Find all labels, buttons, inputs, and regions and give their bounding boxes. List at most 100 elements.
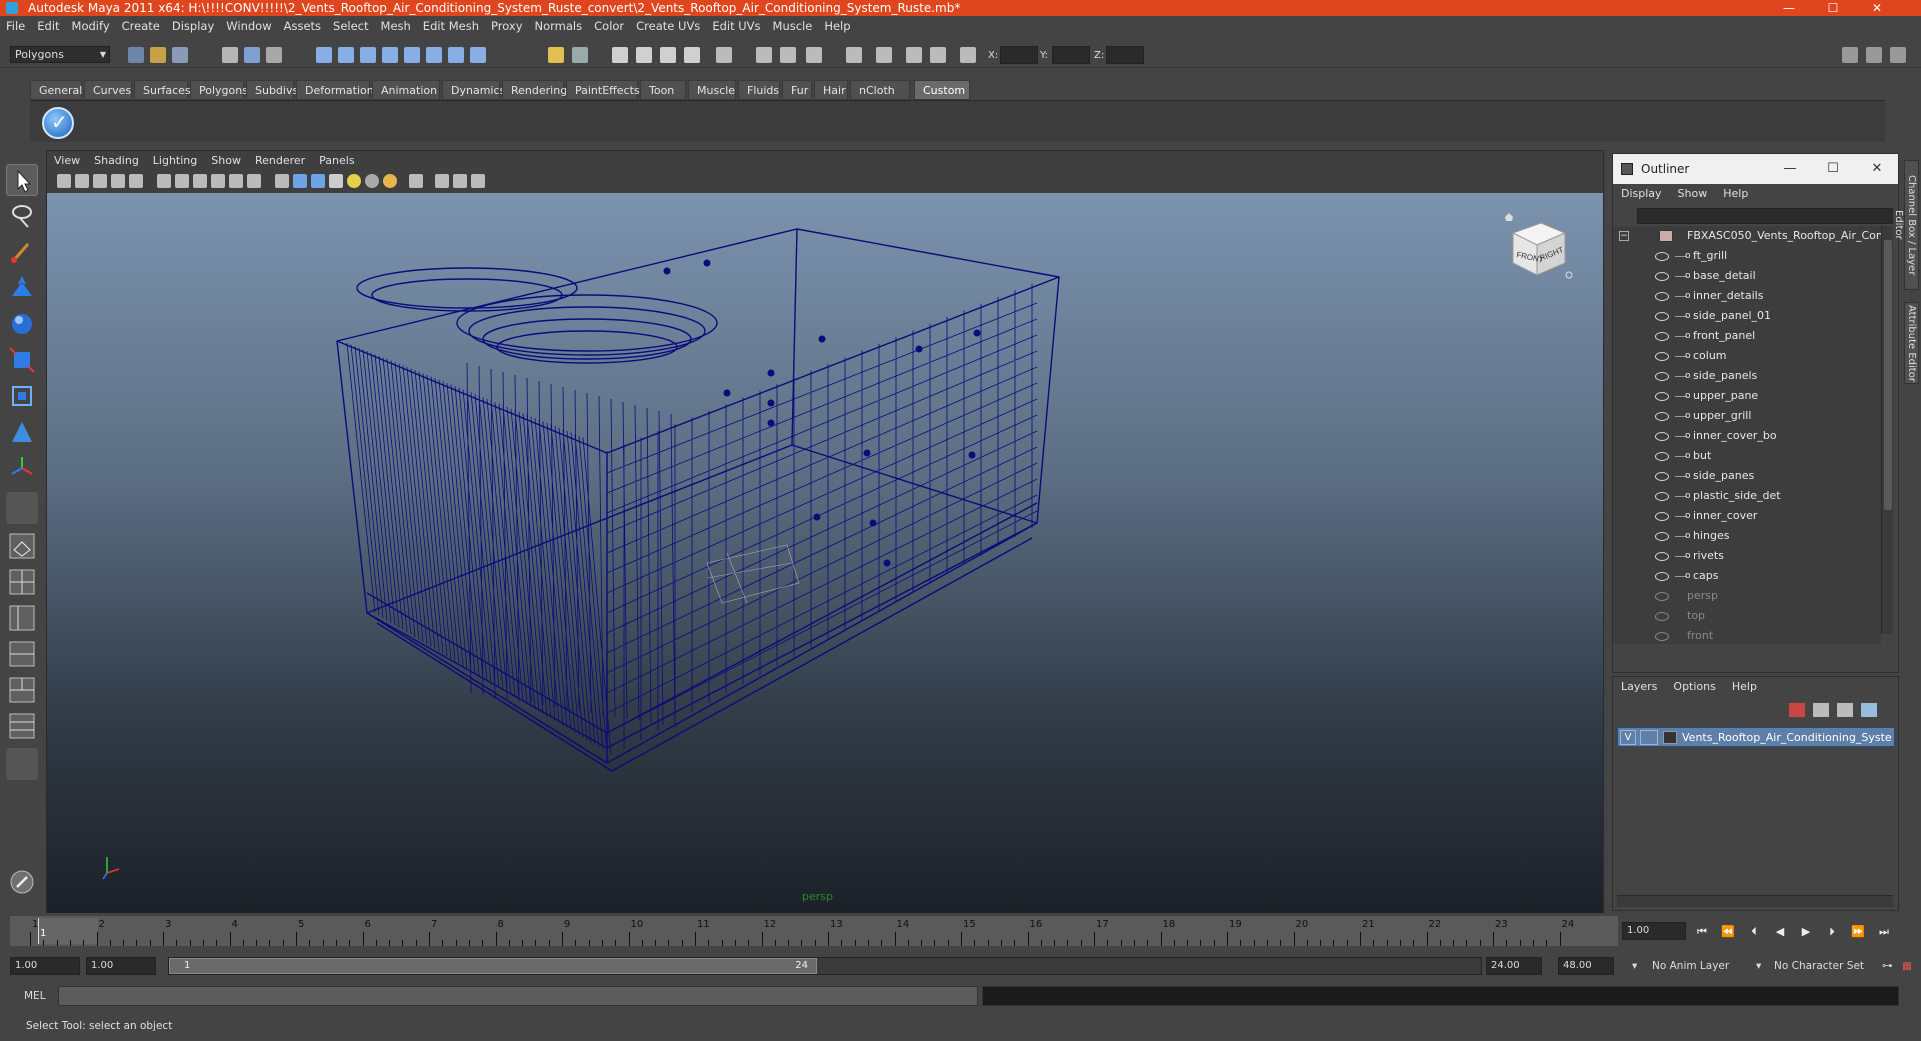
step-back-key-button[interactable]: ⏪ bbox=[1718, 924, 1738, 940]
menu-proxy[interactable]: Proxy bbox=[485, 16, 529, 36]
menu-file[interactable]: File bbox=[0, 16, 31, 36]
layer-visibility-toggle[interactable]: V bbox=[1620, 730, 1636, 745]
universal-manipulator-icon[interactable] bbox=[6, 380, 38, 412]
outliner-item[interactable]: o base_detail bbox=[1613, 266, 1881, 286]
collapse-toggle-icon[interactable]: − bbox=[1619, 231, 1629, 241]
outliner-item[interactable]: o inner_cover bbox=[1613, 506, 1881, 526]
layer-row[interactable]: V Vents_Rooftop_Air_Conditioning_System_… bbox=[1617, 727, 1895, 747]
help-query-icon[interactable] bbox=[470, 47, 486, 63]
menu-mesh[interactable]: Mesh bbox=[375, 16, 417, 36]
outliner-item[interactable]: o side_panes bbox=[1613, 466, 1881, 486]
outliner-maximize-button[interactable]: ☐ bbox=[1813, 154, 1853, 184]
layer-horizontal-scrollbar[interactable] bbox=[1617, 895, 1893, 907]
display-layer-icon[interactable] bbox=[846, 47, 862, 63]
layer-playback-toggle[interactable] bbox=[1640, 730, 1658, 745]
menu-select[interactable]: Select bbox=[327, 16, 374, 36]
scale-tool-icon[interactable] bbox=[6, 344, 38, 376]
single-perspective-layout-icon[interactable] bbox=[6, 530, 38, 562]
shelf-tab-animation[interactable]: Animation bbox=[372, 80, 440, 100]
channel-box-tab[interactable]: Channel Box / Layer Editor bbox=[1893, 160, 1919, 290]
play-backwards-button[interactable]: ◀ bbox=[1770, 924, 1790, 940]
outliner-item[interactable]: o upper_grill bbox=[1613, 406, 1881, 426]
shadows-icon[interactable] bbox=[383, 174, 397, 188]
close-button[interactable]: ✕ bbox=[1855, 0, 1899, 16]
outliner-menu-show[interactable]: Show bbox=[1670, 184, 1716, 204]
shelf-tab-general[interactable]: General bbox=[30, 80, 82, 100]
use-default-light-icon[interactable] bbox=[347, 174, 361, 188]
layer-options-icon[interactable] bbox=[1861, 703, 1877, 717]
outliner-camera-item[interactable]: top bbox=[1613, 606, 1881, 626]
outliner-camera-item[interactable]: front bbox=[1613, 626, 1881, 644]
outliner-vertical-scrollbar[interactable] bbox=[1881, 226, 1893, 634]
outliner-item[interactable]: o rivets bbox=[1613, 546, 1881, 566]
menu-normals[interactable]: Normals bbox=[529, 16, 589, 36]
z-field[interactable] bbox=[1106, 46, 1144, 64]
step-forward-key-button[interactable]: ⏩ bbox=[1848, 924, 1868, 940]
maximize-button[interactable]: ☐ bbox=[1811, 0, 1855, 16]
shelf-tab-fluids[interactable]: Fluids bbox=[738, 80, 780, 100]
shelf-tab-fur[interactable]: Fur bbox=[782, 80, 812, 100]
transform-mode-icon[interactable] bbox=[960, 47, 976, 63]
select-by-component-icon[interactable] bbox=[266, 47, 282, 63]
isolate-select-icon[interactable] bbox=[409, 174, 423, 188]
viewport-menu-view[interactable]: View bbox=[47, 151, 87, 171]
outliner-item[interactable]: o side_panels bbox=[1613, 366, 1881, 386]
minimize-button[interactable]: — bbox=[1767, 0, 1811, 16]
xray-joints-icon[interactable] bbox=[453, 174, 467, 188]
custom-shelf-check-icon[interactable] bbox=[42, 107, 74, 139]
menu-assets[interactable]: Assets bbox=[278, 16, 327, 36]
script-editor-icon[interactable] bbox=[876, 47, 892, 63]
show-tool-settings-icon[interactable] bbox=[1890, 47, 1906, 63]
anim-layer-dropdown-arrow-icon[interactable]: ▾ bbox=[1632, 957, 1637, 975]
menu-edit-mesh[interactable]: Edit Mesh bbox=[417, 16, 485, 36]
render-view-icon[interactable] bbox=[716, 47, 732, 63]
persp-graph-layout-icon[interactable] bbox=[6, 638, 38, 670]
snap-grid-icon[interactable] bbox=[316, 47, 332, 63]
attribute-editor-tab[interactable]: Attribute Editor bbox=[1904, 302, 1919, 384]
time-slider[interactable]: 1 2 3 4 5 6 7 8 9 10 11 12 13 14 15 16 17 18 19 20 21 22 23 24 … bbox=[10, 916, 1618, 946]
paint-effects-icon[interactable] bbox=[906, 47, 922, 63]
wireframe-on-shaded-icon[interactable] bbox=[311, 174, 325, 188]
shelf-tab-curves[interactable]: Curves bbox=[84, 80, 132, 100]
viewport-menu-lighting[interactable]: Lighting bbox=[146, 151, 204, 171]
anim-end-field[interactable]: 24.00 bbox=[1486, 957, 1542, 975]
outliner-item[interactable]: o inner_details bbox=[1613, 286, 1881, 306]
gate-mask-icon[interactable] bbox=[211, 174, 225, 188]
wireframe-icon[interactable] bbox=[275, 174, 289, 188]
menu-create[interactable]: Create bbox=[116, 16, 166, 36]
viewport-menu-shading[interactable]: Shading bbox=[87, 151, 146, 171]
render-settings-icon[interactable] bbox=[660, 47, 676, 63]
outliner-close-button[interactable]: ✕ bbox=[1857, 154, 1897, 184]
outliner-item[interactable]: o plastic_side_det bbox=[1613, 486, 1881, 506]
outliner-item[interactable]: o inner_cover_bo bbox=[1613, 426, 1881, 446]
shelf-tab-rendering[interactable]: Rendering bbox=[502, 80, 567, 100]
menu-window[interactable]: Window bbox=[220, 16, 277, 36]
show-attribute-editor-icon[interactable] bbox=[1866, 47, 1882, 63]
four-view-layout-icon[interactable] bbox=[6, 566, 38, 598]
input-output-icon[interactable] bbox=[548, 47, 564, 63]
shelf-tab-toon[interactable]: Toon bbox=[640, 80, 686, 100]
range-slider-thumb[interactable]: 1 24 bbox=[169, 958, 817, 974]
ipr-render-icon[interactable] bbox=[636, 47, 652, 63]
snap-surface-icon[interactable] bbox=[426, 47, 442, 63]
camera-attributes-icon[interactable] bbox=[75, 174, 89, 188]
layer-name[interactable]: Vents_Rooftop_Air_Conditioning_System_R bbox=[1682, 728, 1892, 748]
layer-menu-help[interactable]: Help bbox=[1724, 677, 1765, 697]
step-forward-frame-button[interactable]: ⏵ bbox=[1822, 924, 1842, 940]
viewport-menu-panels[interactable]: Panels bbox=[312, 151, 361, 171]
show-channel-box-icon[interactable] bbox=[1842, 47, 1858, 63]
play-forwards-button[interactable]: ▶ bbox=[1796, 924, 1816, 940]
outliner-item[interactable]: o but bbox=[1613, 446, 1881, 466]
outliner-menu-display[interactable]: Display bbox=[1613, 184, 1670, 204]
open-scene-icon[interactable] bbox=[150, 47, 166, 63]
menu-edit-uvs[interactable]: Edit UVs bbox=[706, 16, 766, 36]
soft-modification-icon[interactable] bbox=[6, 416, 38, 448]
menu-color[interactable]: Color bbox=[588, 16, 630, 36]
layer-menu-layers[interactable]: Layers bbox=[1613, 677, 1665, 697]
menu-display[interactable]: Display bbox=[166, 16, 220, 36]
outliner-item[interactable]: o front_panel bbox=[1613, 326, 1881, 346]
outliner-item[interactable]: o side_panel_01 bbox=[1613, 306, 1881, 326]
menu-help[interactable]: Help bbox=[818, 16, 856, 36]
outliner-camera-item[interactable]: persp bbox=[1613, 586, 1881, 606]
outliner-item[interactable]: o ft_grill bbox=[1613, 246, 1881, 266]
